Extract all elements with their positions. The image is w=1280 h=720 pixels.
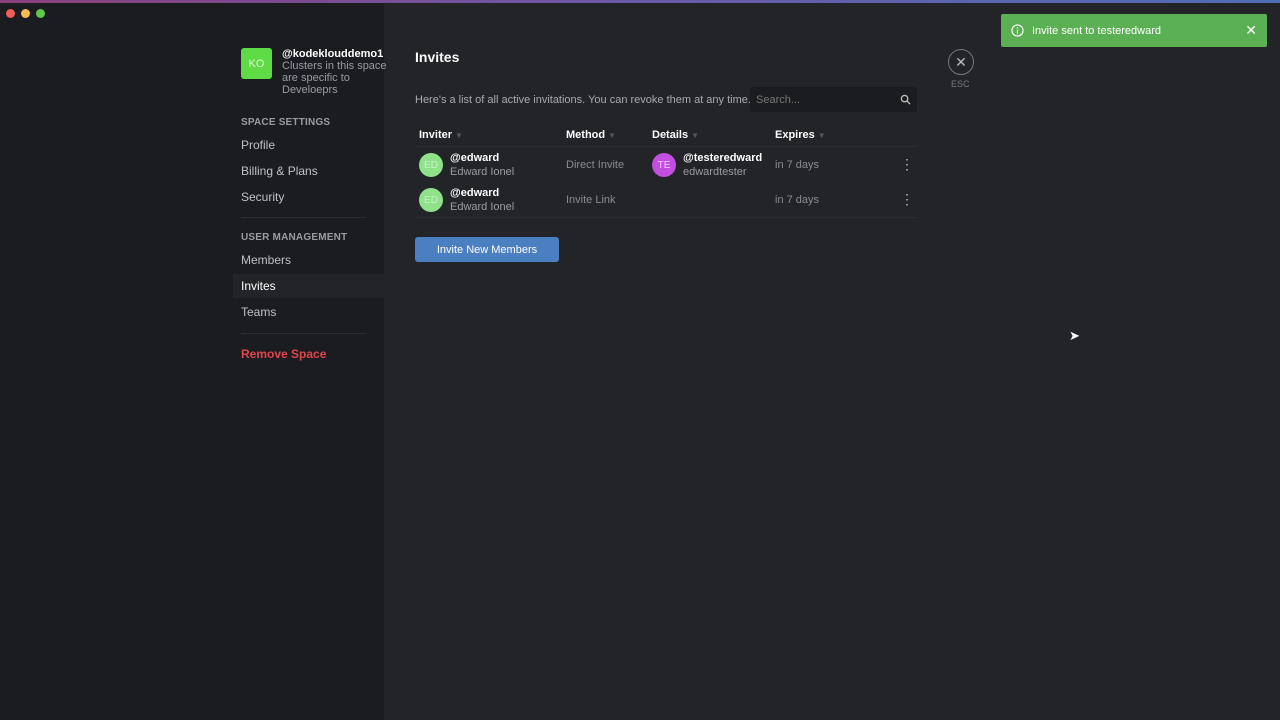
column-label: Inviter: [419, 129, 453, 141]
space-description: Clusters in this space are specific to D…: [282, 60, 387, 96]
inviter-handle: @edward: [450, 187, 500, 199]
sort-icon: ▼: [817, 131, 826, 140]
esc-label: ESC: [951, 79, 970, 89]
sort-icon: ▼: [608, 131, 617, 140]
space-avatar: KO: [241, 48, 272, 79]
toast-notification: Invite sent to testeredward ✕: [1001, 14, 1267, 47]
sidebar-item-billing[interactable]: Billing & Plans: [233, 159, 384, 183]
column-label: Expires: [775, 129, 815, 141]
more-options-icon[interactable]: ⋮: [900, 157, 914, 171]
divider: [241, 217, 366, 218]
close-button[interactable]: ✕: [948, 49, 974, 75]
search-placeholder: Search...: [756, 93, 801, 106]
inviter-name: Edward Ionel: [450, 166, 515, 178]
divider: [415, 217, 917, 218]
sort-icon: ▼: [691, 131, 699, 140]
window-close-button[interactable]: [6, 9, 15, 18]
search-input[interactable]: Search...: [750, 87, 917, 112]
window-maximize-button[interactable]: [36, 9, 45, 18]
method: Invite Link: [566, 194, 616, 206]
column-header-inviter[interactable]: Inviter ▼: [419, 129, 463, 141]
more-options-icon[interactable]: ⋮: [900, 192, 914, 206]
sidebar-item-profile[interactable]: Profile: [233, 133, 384, 157]
details-handle: @testeredward: [683, 152, 763, 164]
sidebar-item-security[interactable]: Security: [233, 185, 384, 209]
info-icon: [1011, 24, 1024, 37]
inviter-handle: @edward: [450, 152, 500, 164]
avatar: TE: [652, 153, 676, 177]
toast-close-icon[interactable]: ✕: [1245, 22, 1257, 39]
space-header: KO @kodeklouddemo1 Clusters in this spac…: [241, 48, 387, 96]
sort-icon: ▼: [455, 131, 463, 140]
toast-message: Invite sent to testeredward: [1032, 24, 1162, 37]
user-management-heading: USER MANAGEMENT: [241, 232, 348, 243]
avatar: ED: [419, 153, 443, 177]
sidebar-item-members[interactable]: Members: [233, 248, 384, 272]
sidebar-item-teams[interactable]: Teams: [233, 300, 384, 324]
column-label: Method: [566, 129, 606, 141]
mouse-cursor-icon: ➤: [1069, 328, 1080, 343]
inviter-name: Edward Ionel: [450, 201, 515, 213]
expires: in 7 days: [775, 194, 820, 206]
expires: in 7 days: [775, 159, 820, 171]
method: Direct Invite: [566, 159, 625, 171]
column-header-expires[interactable]: Expires ▼: [775, 129, 826, 141]
sidebar-item-invites[interactable]: Invites: [233, 274, 384, 298]
invite-new-members-button[interactable]: Invite New Members: [415, 237, 559, 262]
column-label: Details: [652, 129, 689, 141]
avatar: ED: [419, 188, 443, 212]
page-description: Here's a list of all active invitations.…: [415, 94, 751, 106]
divider: [415, 146, 917, 147]
column-header-details[interactable]: Details ▼: [652, 129, 699, 141]
column-header-method[interactable]: Method ▼: [566, 129, 616, 141]
space-settings-heading: SPACE SETTINGS: [241, 117, 331, 128]
space-name: @kodeklouddemo1: [282, 48, 384, 60]
search-icon: [900, 94, 911, 105]
divider: [241, 333, 366, 334]
details-name: edwardtester: [683, 166, 747, 178]
window-minimize-button[interactable]: [21, 9, 30, 18]
close-icon: ✕: [955, 53, 967, 70]
remove-space-button[interactable]: Remove Space: [233, 342, 384, 366]
page-title: Invites: [415, 49, 460, 65]
